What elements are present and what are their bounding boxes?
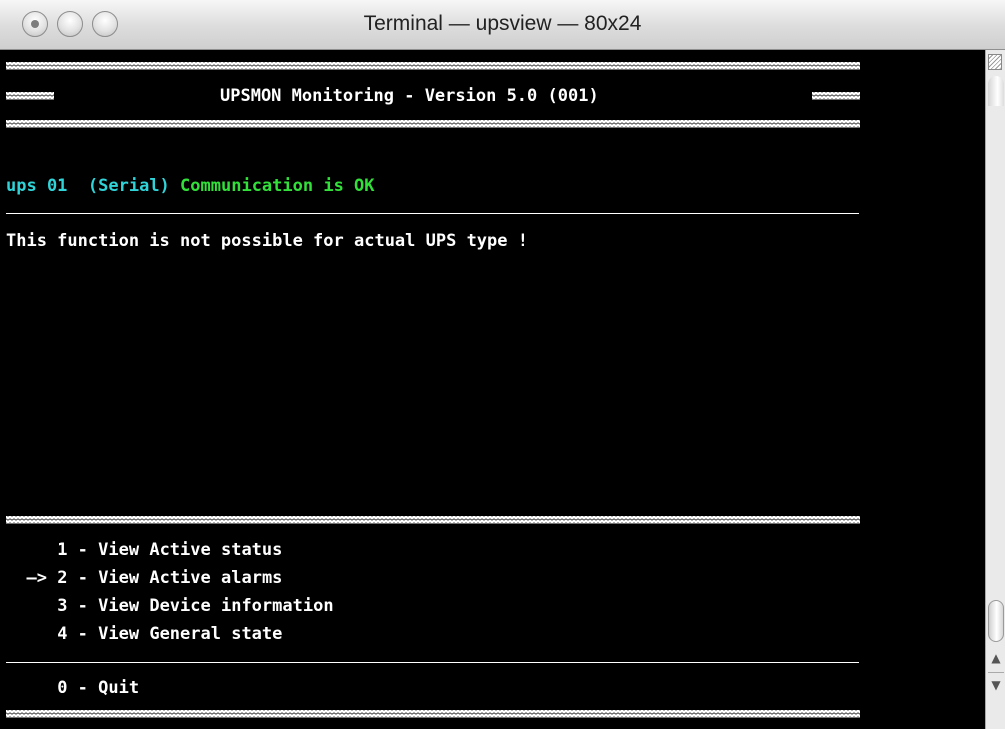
scroll-track-cap	[988, 76, 1004, 106]
star-border-menu-top	[6, 516, 860, 524]
scroll-up-arrow-icon[interactable]: ▲	[988, 646, 1004, 670]
terminal-content[interactable]: UPSMON Monitoring - Version 5.0 (001) up…	[0, 50, 985, 729]
divider	[6, 213, 859, 214]
connection-type: (Serial)	[87, 176, 170, 196]
divider	[6, 662, 859, 663]
star-border-left-stub	[6, 92, 54, 100]
title-bar[interactable]: Terminal — upsview — 80x24	[0, 0, 1005, 50]
ups-id: ups 01	[6, 176, 68, 196]
menu-item-view-device-information[interactable]: 3 - View Device information	[6, 596, 333, 616]
selection-arrow-icon: —>	[26, 568, 47, 588]
star-border-header-bottom	[6, 120, 860, 128]
star-border-right-stub	[812, 92, 860, 100]
star-border-top	[6, 62, 860, 70]
terminal-window: Terminal — upsview — 80x24 UPSMON Monito…	[0, 0, 1005, 729]
status-line: ups 01 (Serial) Communication is OK	[6, 176, 375, 196]
star-border-bottom	[6, 710, 860, 718]
split-pane-icon[interactable]	[988, 54, 1002, 70]
vertical-scrollbar[interactable]: ▲ ▼	[985, 50, 1005, 729]
window-title: Terminal — upsview — 80x24	[363, 12, 642, 35]
menu-item-view-active-status[interactable]: 1 - View Active status	[6, 540, 282, 560]
app-header-title: UPSMON Monitoring - Version 5.0 (001)	[220, 86, 599, 106]
menu-item-view-general-state[interactable]: 4 - View General state	[6, 624, 282, 644]
scroll-thumb[interactable]	[988, 600, 1004, 642]
status-message: Communication is OK	[180, 176, 375, 196]
menu-item-quit[interactable]: 0 - Quit	[6, 678, 139, 698]
scroll-down-arrow-icon[interactable]: ▼	[988, 672, 1004, 697]
menu-item-view-active-alarms[interactable]: —> 2 - View Active alarms	[6, 568, 282, 588]
notice-text: This function is not possible for actual…	[6, 231, 528, 251]
